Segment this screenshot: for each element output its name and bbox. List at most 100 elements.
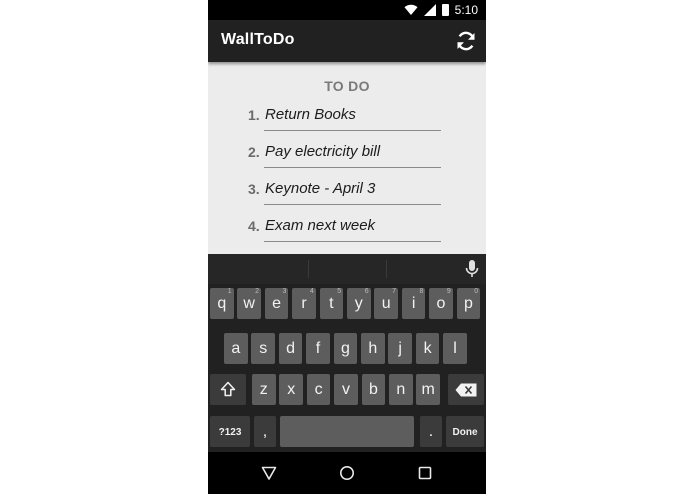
key-label: s	[259, 340, 268, 357]
todo-item-4: 4. Exam next week	[208, 216, 486, 246]
todo-heading: TO DO	[324, 78, 370, 94]
todo-number: 4.	[248, 218, 260, 234]
todo-text-field[interactable]: Pay electricity bill	[265, 143, 441, 160]
key-label: d	[286, 340, 296, 357]
key-p[interactable]: p0	[456, 288, 481, 319]
done-key[interactable]: Done	[446, 416, 484, 447]
key-hint: 7	[392, 288, 396, 295]
key-hint: 3	[282, 288, 287, 295]
key-label: Done	[452, 427, 478, 438]
todo-number: 1.	[248, 107, 260, 123]
key-label: g	[340, 340, 350, 357]
key-label: h	[368, 340, 378, 357]
signal-icon	[423, 4, 436, 16]
todo-underline	[264, 204, 441, 205]
key-s[interactable]: s	[251, 333, 275, 364]
comma-key[interactable]: ,	[254, 416, 276, 447]
todo-number: 3.	[248, 181, 260, 197]
refresh-icon[interactable]	[454, 29, 478, 53]
todo-underline	[264, 241, 441, 242]
key-label: a	[231, 340, 241, 357]
shift-key[interactable]	[210, 374, 246, 405]
wifi-icon	[404, 4, 418, 16]
key-e[interactable]: e3	[264, 288, 289, 319]
key-t[interactable]: t5	[319, 288, 344, 319]
key-label: q	[217, 295, 227, 312]
symbols-key[interactable]: ?123	[210, 416, 250, 447]
navigation-bar	[208, 452, 486, 494]
soft-keyboard: q 1 w 2 e 3 r 4 t 5 y 6 u 7 i 8 o 9 p 0 a s d f g h j k l z x c v b n m ?123…	[208, 254, 486, 452]
todo-item-3: 3. Keynote - April 3	[208, 179, 486, 209]
key-label: o	[436, 295, 446, 312]
key-f[interactable]: f	[306, 333, 330, 364]
key-q[interactable]: q1	[210, 288, 234, 319]
key-r[interactable]: r4	[292, 288, 316, 319]
home-circle-icon[interactable]	[339, 465, 355, 481]
key-label: j	[398, 340, 402, 357]
key-label: r	[301, 295, 307, 312]
todo-item-2: 2. Pay electricity bill	[208, 142, 486, 172]
key-hint: 1	[227, 288, 232, 295]
suggestion-strip[interactable]	[208, 254, 486, 284]
key-u[interactable]: u7	[374, 288, 398, 319]
todo-content: TO DO 1. Return Books 2. Pay electricity…	[208, 62, 486, 254]
key-label: y	[354, 295, 363, 312]
shift-icon	[220, 381, 236, 397]
key-label: m	[421, 381, 435, 398]
key-hint: 6	[364, 288, 369, 295]
battery-icon	[441, 4, 449, 16]
period-key[interactable]: .	[420, 416, 442, 447]
key-hint: 2	[255, 288, 259, 295]
key-hint: 9	[446, 288, 451, 295]
status-bar: 5:10	[208, 0, 486, 20]
todo-number: 2.	[248, 144, 260, 160]
key-label: n	[396, 381, 406, 398]
key-label: f	[315, 340, 321, 357]
todo-text-field[interactable]: Exam next week	[265, 217, 441, 234]
suggestion-divider	[308, 260, 309, 278]
key-d[interactable]: d	[278, 333, 303, 364]
key-z[interactable]: z	[252, 374, 276, 405]
key-hint: 4	[309, 288, 314, 295]
key-c[interactable]: c	[306, 374, 331, 405]
backspace-key[interactable]	[448, 374, 484, 405]
key-hint: 5	[337, 288, 342, 295]
key-v[interactable]: v	[334, 374, 358, 405]
status-icons: 5:10	[404, 2, 478, 18]
key-label: e	[272, 295, 282, 312]
key-g[interactable]: g	[333, 333, 358, 364]
key-b[interactable]: b	[361, 374, 386, 405]
key-h[interactable]: h	[361, 333, 385, 364]
key-i[interactable]: i8	[401, 288, 426, 319]
key-j[interactable]: j	[388, 333, 412, 364]
key-y[interactable]: y6	[347, 288, 371, 319]
key-k[interactable]: k	[415, 333, 440, 364]
key-o[interactable]: o9	[429, 288, 453, 319]
key-hint: 8	[419, 288, 424, 295]
space-key[interactable]	[280, 416, 414, 447]
key-label: z	[259, 381, 268, 398]
todo-text-field[interactable]: Return Books	[265, 106, 441, 123]
microphone-icon[interactable]	[464, 260, 480, 278]
todo-text-field[interactable]: Keynote - April 3	[265, 180, 441, 197]
key-label: ?123	[218, 427, 242, 438]
suggestion-divider	[386, 260, 387, 278]
key-m[interactable]: m	[416, 374, 440, 405]
key-n[interactable]: n	[389, 374, 413, 405]
key-label: p	[463, 295, 473, 312]
todo-item-1: 1. Return Books	[208, 105, 486, 135]
key-w[interactable]: w2	[237, 288, 261, 319]
key-label: l	[453, 340, 457, 357]
app-bar: WallToDo	[208, 20, 486, 62]
todo-underline	[264, 167, 441, 168]
key-label: t	[329, 295, 334, 312]
key-a[interactable]: a	[224, 333, 248, 364]
key-label: x	[287, 381, 296, 398]
recents-square-icon[interactable]	[417, 465, 433, 481]
key-hint: 0	[474, 288, 479, 295]
key-label: i	[411, 295, 416, 312]
key-label: k	[423, 340, 432, 357]
back-triangle-icon[interactable]	[261, 465, 277, 481]
key-x[interactable]: x	[279, 374, 303, 405]
key-l[interactable]: l	[443, 333, 467, 364]
